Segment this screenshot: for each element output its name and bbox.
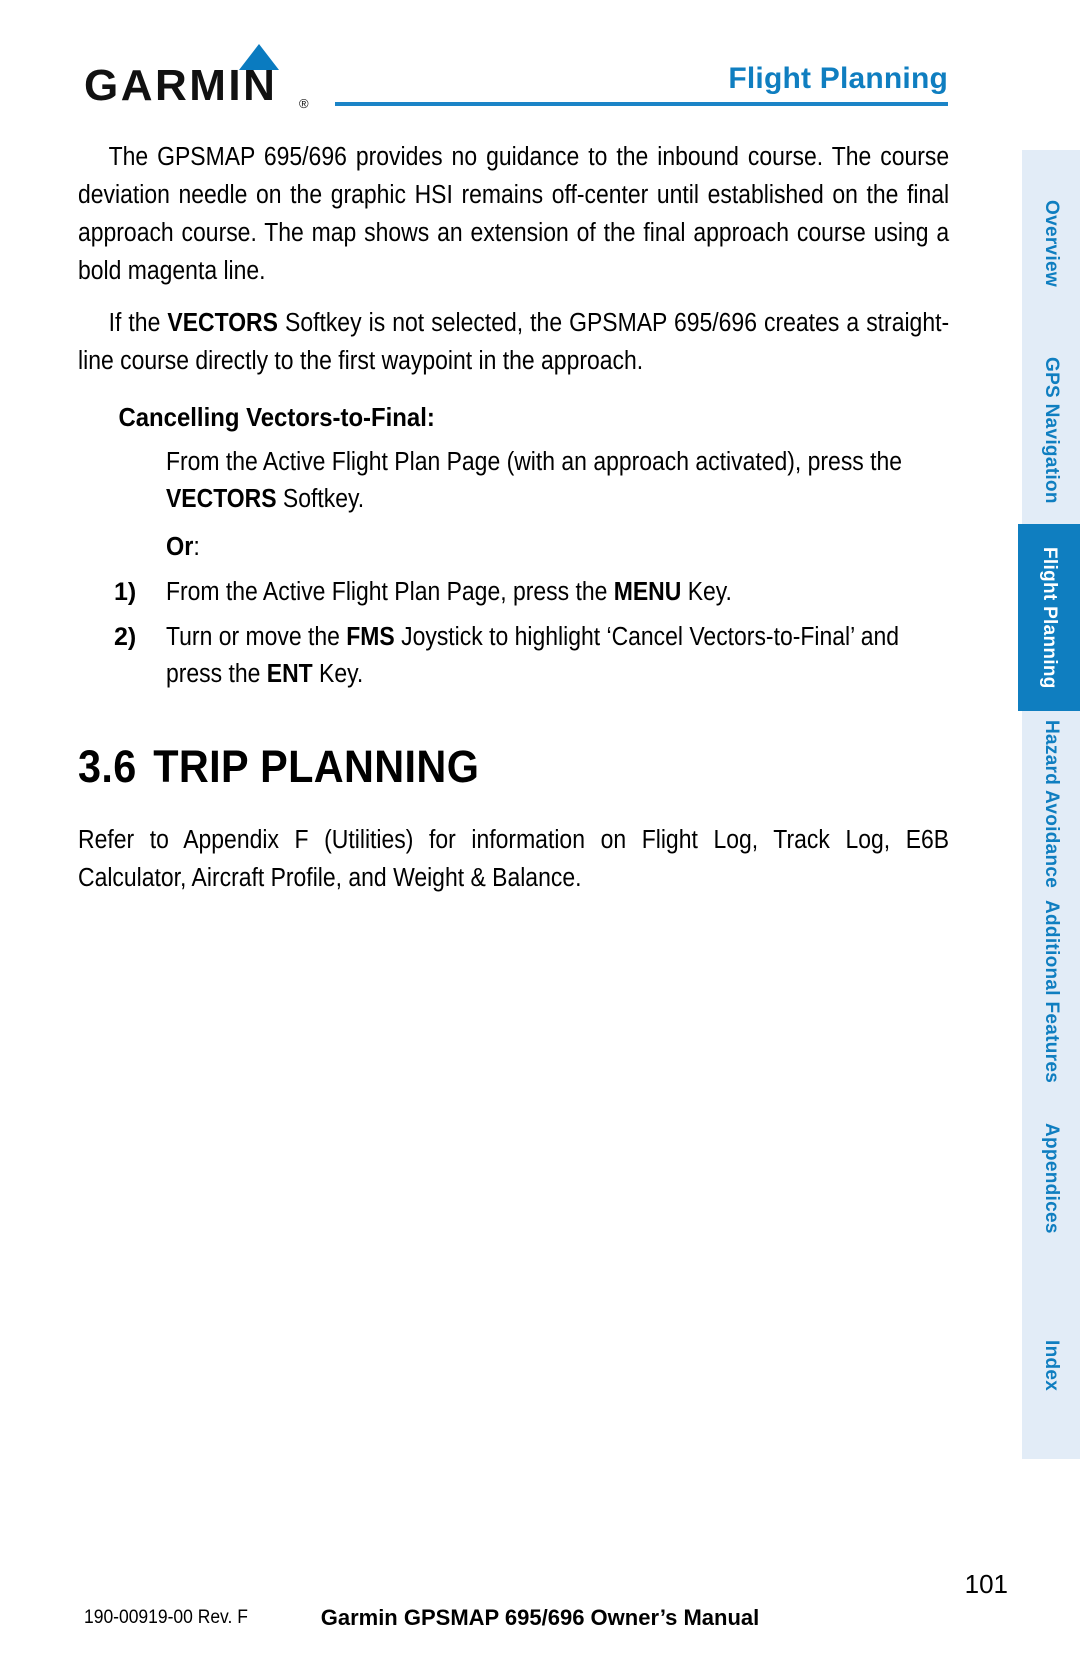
- procedure-step-list: 1) From the Active Flight Plan Page, pre…: [78, 574, 950, 693]
- sidebar-tab-appendices[interactable]: Appendices: [1022, 1085, 1080, 1272]
- procedure-heading-cancelling-vectors: Cancelling Vectors-to-Final:: [118, 402, 435, 432]
- step-text-post: Key.: [312, 660, 364, 688]
- sidebar-tab-label: Appendices: [1041, 1123, 1062, 1234]
- manual-title: Garmin GPSMAP 695/696 Owner’s Manual: [320, 1605, 760, 1630]
- header-divider: [335, 102, 948, 106]
- garmin-logo: GARMIN ®: [84, 44, 334, 111]
- garmin-logo-text: GARMIN: [84, 61, 278, 110]
- sidebar-tab-label: GPS Navigation: [1041, 357, 1062, 504]
- section-title: TRIP PLANNING: [153, 741, 480, 792]
- step-number: 2): [114, 623, 137, 651]
- sidebar-tab-label: Overview: [1041, 200, 1062, 287]
- procedure-instruction-pre: From the Active Flight Plan Page (with a…: [166, 448, 903, 476]
- list-item: 1) From the Active Flight Plan Page, pre…: [78, 574, 950, 611]
- section-number: 3.6: [78, 741, 137, 792]
- section-heading-trip-planning: 3.6 TRIP PLANNING: [78, 741, 880, 793]
- paragraph-inbound-course: The GPSMAP 695/696 provides no guidance …: [78, 143, 950, 285]
- page-content: The GPSMAP 695/696 provides no guidance …: [78, 138, 950, 911]
- page-header: GARMIN ® Flight Planning: [0, 0, 1080, 125]
- step-number: 1): [114, 578, 137, 606]
- registered-trademark-icon: ®: [299, 96, 309, 111]
- sidebar-tab-overview[interactable]: Overview: [1022, 150, 1080, 337]
- procedure-block: From the Active Flight Plan Page (with a…: [78, 444, 950, 564]
- sidebar-tab-label: Additional Features: [1041, 899, 1062, 1084]
- step-text-pre: Turn or move the: [166, 623, 347, 651]
- step-text-pre: From the Active Flight Plan Page, press …: [166, 578, 614, 606]
- step-text: From the Active Flight Plan Page, press …: [166, 574, 949, 611]
- procedure-vectors-softkey-label: VECTORS: [166, 485, 277, 513]
- procedure-or-divider: Or:: [166, 530, 887, 564]
- sidebar-tab-label: Flight Planning: [1039, 546, 1060, 689]
- ent-key-label: ENT: [266, 660, 313, 688]
- sidebar-tab-gps-navigation[interactable]: GPS Navigation: [1022, 337, 1080, 524]
- sidebar-tab-hazard-avoidance[interactable]: Hazard Avoidance: [1022, 711, 1080, 898]
- page-number: 101: [964, 1569, 1008, 1599]
- menu-key-label: MENU: [613, 578, 682, 606]
- step-text-post: Key.: [681, 578, 732, 606]
- chapter-tab-sidebar: Overview GPS Navigation Flight Planning …: [1014, 0, 1080, 1669]
- list-item: 2) Turn or move the FMS Joystick to high…: [78, 619, 950, 693]
- vectors-softkey-label: VECTORS: [167, 309, 278, 337]
- paragraph-vectors-softkey: If the VECTORS Softkey is not selected, …: [78, 304, 949, 380]
- sidebar-tab-label: Hazard Avoidance: [1041, 720, 1062, 889]
- chapter-title: Flight Planning: [728, 62, 948, 95]
- paragraph-appendix-reference: Refer to Appendix F (Utilities) for info…: [78, 826, 950, 892]
- paragraph-vectors-pre: If the: [108, 309, 168, 337]
- manual-page: GARMIN ® Flight Planning The GPSMAP 695/…: [0, 0, 1080, 1669]
- sidebar-tab-index[interactable]: Index: [1022, 1272, 1080, 1459]
- or-label: Or: [166, 533, 194, 561]
- fms-joystick-label: FMS: [346, 623, 395, 651]
- or-colon: :: [193, 533, 200, 561]
- page-footer: 190-00919-00 Rev. F Garmin GPSMAP 695/69…: [0, 1539, 1080, 1669]
- sidebar-tab-additional-features[interactable]: Additional Features: [1022, 898, 1080, 1085]
- procedure-instruction: From the Active Flight Plan Page (with a…: [166, 444, 949, 518]
- step-text: Turn or move the FMS Joystick to highlig…: [166, 619, 949, 693]
- sidebar-tab-label: Index: [1041, 1339, 1062, 1392]
- sidebar-tab-flight-planning[interactable]: Flight Planning: [1018, 524, 1080, 711]
- procedure-instruction-post: Softkey.: [276, 485, 365, 513]
